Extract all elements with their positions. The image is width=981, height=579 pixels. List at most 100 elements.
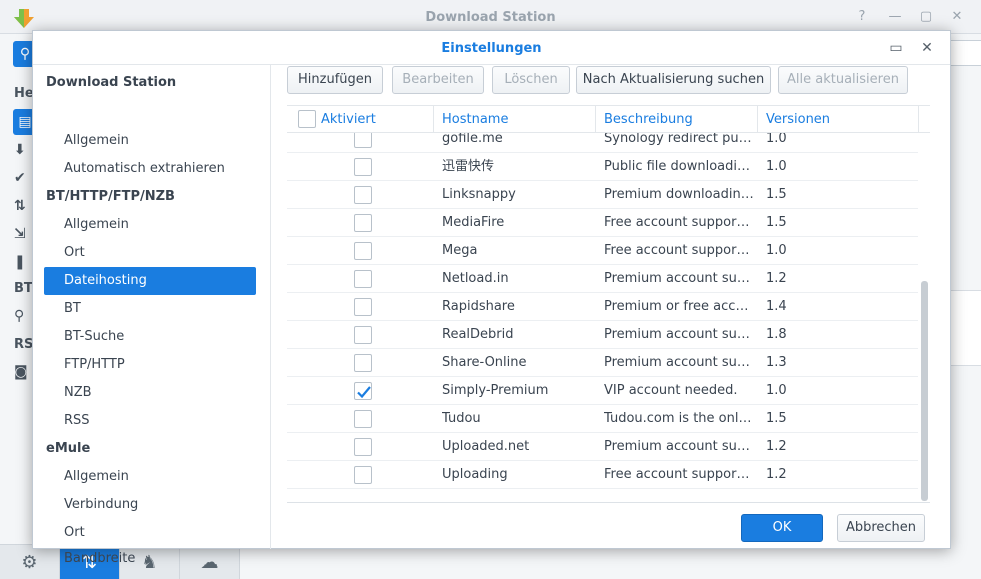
nav-item-dateihosting[interactable]: Dateihosting bbox=[44, 267, 256, 295]
table-header: Aktiviert Hostname Beschreibung Versione… bbox=[287, 105, 930, 133]
version-cell: 1.8 bbox=[766, 327, 787, 342]
select-all-checkbox[interactable] bbox=[298, 110, 316, 128]
settings-gear-icon[interactable]: ⚙ bbox=[0, 545, 60, 579]
enabled-checkbox[interactable] bbox=[354, 326, 372, 344]
version-cell: 1.2 bbox=[766, 467, 787, 482]
rss-icon[interactable]: ◙ bbox=[14, 364, 34, 384]
hostname-cell: Rapidshare bbox=[442, 299, 515, 314]
table-row[interactable]: Linksnappy Premium downloading f... 1.5 bbox=[287, 181, 918, 209]
bt-search-icon[interactable]: ⚲ bbox=[14, 308, 34, 328]
column-separator bbox=[595, 106, 596, 133]
nav-item-ftp-http[interactable]: FTP/HTTP bbox=[44, 351, 256, 379]
enabled-checkbox[interactable] bbox=[354, 410, 372, 428]
nav-section-download-station: Download Station bbox=[46, 75, 177, 90]
add-button[interactable]: Hinzufügen bbox=[287, 66, 383, 94]
hostname-cell: Share-Online bbox=[442, 355, 527, 370]
sidebar-label-rss: RSS bbox=[14, 337, 43, 352]
table-row[interactable]: RealDebrid Premium account supp... 1.8 bbox=[287, 321, 918, 349]
dialog-maximize-icon[interactable]: ▭ bbox=[888, 40, 904, 56]
hostname-cell: gofile.me bbox=[442, 133, 503, 146]
background-search-field[interactable] bbox=[950, 40, 981, 66]
check-updates-button[interactable]: Nach Aktualisierung suchen bbox=[576, 66, 771, 94]
background-detail-panel bbox=[950, 290, 981, 366]
column-header-versionen[interactable]: Versionen bbox=[766, 106, 830, 133]
minimize-icon[interactable]: — bbox=[888, 10, 902, 24]
column-header-aktiviert[interactable]: Aktiviert bbox=[321, 106, 376, 133]
paused-icon[interactable]: ❚ bbox=[14, 254, 34, 274]
inactive-icon[interactable]: ⇲ bbox=[14, 226, 34, 246]
description-cell: Premium account supp... bbox=[604, 355, 754, 370]
background-titlebar: Download Station ? — ▢ ✕ bbox=[0, 0, 981, 34]
table-row[interactable]: Rapidshare Premium or free accou... 1.4 bbox=[287, 293, 918, 321]
nav-item-nzb[interactable]: NZB bbox=[44, 379, 256, 407]
sidebar-label-he: He bbox=[14, 86, 34, 101]
nav-item-bt[interactable]: BT bbox=[44, 295, 256, 323]
table-row[interactable]: 迅雷快传 Public file downloading ... 1.0 bbox=[287, 153, 918, 181]
hostname-cell: Tudou bbox=[442, 411, 481, 426]
close-icon[interactable]: ✕ bbox=[950, 10, 964, 24]
version-cell: 1.0 bbox=[766, 243, 787, 258]
cancel-button[interactable]: Abbrechen bbox=[837, 514, 925, 542]
hostname-cell: Uploading bbox=[442, 467, 508, 482]
hostname-cell: Uploaded.net bbox=[442, 439, 530, 454]
background-window-title: Download Station bbox=[425, 10, 556, 25]
description-cell: Premium account supp... bbox=[604, 439, 754, 454]
version-cell: 1.4 bbox=[766, 299, 787, 314]
enabled-checkbox[interactable] bbox=[354, 382, 372, 400]
nav-item-emule-allgemein[interactable]: Allgemein bbox=[44, 463, 256, 491]
nav-item-bt-allgemein[interactable]: Allgemein bbox=[44, 211, 256, 239]
maximize-icon[interactable]: ▢ bbox=[919, 10, 933, 24]
description-cell: Premium account supp... bbox=[604, 271, 754, 286]
enabled-checkbox[interactable] bbox=[354, 186, 372, 204]
completed-icon[interactable]: ✔ bbox=[14, 170, 34, 190]
nav-item-bt-suche[interactable]: BT-Suche bbox=[44, 323, 256, 351]
enabled-checkbox[interactable] bbox=[354, 270, 372, 288]
table-row[interactable]: Mega Free account supported. 1.0 bbox=[287, 237, 918, 265]
table-row[interactable]: gofile.me Synology redirect public... 1.0 bbox=[287, 133, 918, 153]
description-cell: Free account supported. bbox=[604, 243, 754, 258]
help-icon[interactable]: ? bbox=[855, 10, 869, 24]
table-scrollbar-thumb[interactable] bbox=[921, 281, 928, 501]
dialog-titlebar: Einstellungen ▭ ✕ bbox=[33, 31, 950, 65]
table-row[interactable]: Share-Online Premium account supp... 1.3 bbox=[287, 349, 918, 377]
edit-button[interactable]: Bearbeiten bbox=[392, 66, 484, 94]
dialog-title: Einstellungen bbox=[441, 41, 542, 56]
enabled-checkbox[interactable] bbox=[354, 354, 372, 372]
dialog-close-icon[interactable]: ✕ bbox=[919, 40, 935, 56]
table-row[interactable]: Tudou Tudou.com is the onlin... 1.5 bbox=[287, 405, 918, 433]
table-row[interactable]: Uploading Free account supported. 1.2 bbox=[287, 461, 918, 489]
description-cell: Tudou.com is the onlin... bbox=[604, 411, 754, 426]
enabled-checkbox[interactable] bbox=[354, 242, 372, 260]
nav-item-ort[interactable]: Ort bbox=[44, 239, 256, 267]
delete-button[interactable]: Löschen bbox=[492, 66, 570, 94]
table-row[interactable]: Netload.in Premium account supp... 1.2 bbox=[287, 265, 918, 293]
table-row[interactable]: Simply-Premium VIP account needed. 1.0 bbox=[287, 377, 918, 405]
nav-section-emule: eMule bbox=[46, 441, 91, 456]
nav-item-automatisch-extrahieren[interactable]: Automatisch extrahieren bbox=[44, 155, 256, 183]
version-cell: 1.5 bbox=[766, 411, 787, 426]
nav-item-bandbreite[interactable]: Bandbreite bbox=[44, 547, 256, 566]
column-header-hostname[interactable]: Hostname bbox=[442, 106, 508, 133]
enabled-checkbox[interactable] bbox=[354, 298, 372, 316]
table-row[interactable]: Uploaded.net Premium account supp... 1.2 bbox=[287, 433, 918, 461]
nav-item-emule-ort[interactable]: Ort bbox=[44, 519, 256, 547]
table-scrollbar[interactable] bbox=[919, 133, 930, 502]
nav-item-rss[interactable]: RSS bbox=[44, 407, 256, 435]
update-all-button[interactable]: Alle aktualisieren bbox=[778, 66, 908, 94]
downloading-icon[interactable]: ⬇ bbox=[14, 142, 34, 162]
nav-item-allgemein[interactable]: Allgemein bbox=[44, 127, 256, 155]
enabled-checkbox[interactable] bbox=[354, 133, 372, 148]
enabled-checkbox[interactable] bbox=[354, 214, 372, 232]
active-icon[interactable]: ⇅ bbox=[14, 198, 34, 218]
column-header-beschreibung[interactable]: Beschreibung bbox=[604, 106, 693, 133]
version-cell: 1.5 bbox=[766, 187, 787, 202]
nav-item-verbindung[interactable]: Verbindung bbox=[44, 491, 256, 519]
checkmark-icon bbox=[357, 386, 371, 399]
enabled-checkbox[interactable] bbox=[354, 438, 372, 456]
cloud-icon[interactable]: ☁ bbox=[180, 545, 240, 579]
ok-button[interactable]: OK bbox=[741, 514, 823, 542]
column-separator bbox=[918, 106, 919, 133]
enabled-checkbox[interactable] bbox=[354, 158, 372, 176]
enabled-checkbox[interactable] bbox=[354, 466, 372, 484]
table-row[interactable]: MediaFire Free account supported. 1.5 bbox=[287, 209, 918, 237]
